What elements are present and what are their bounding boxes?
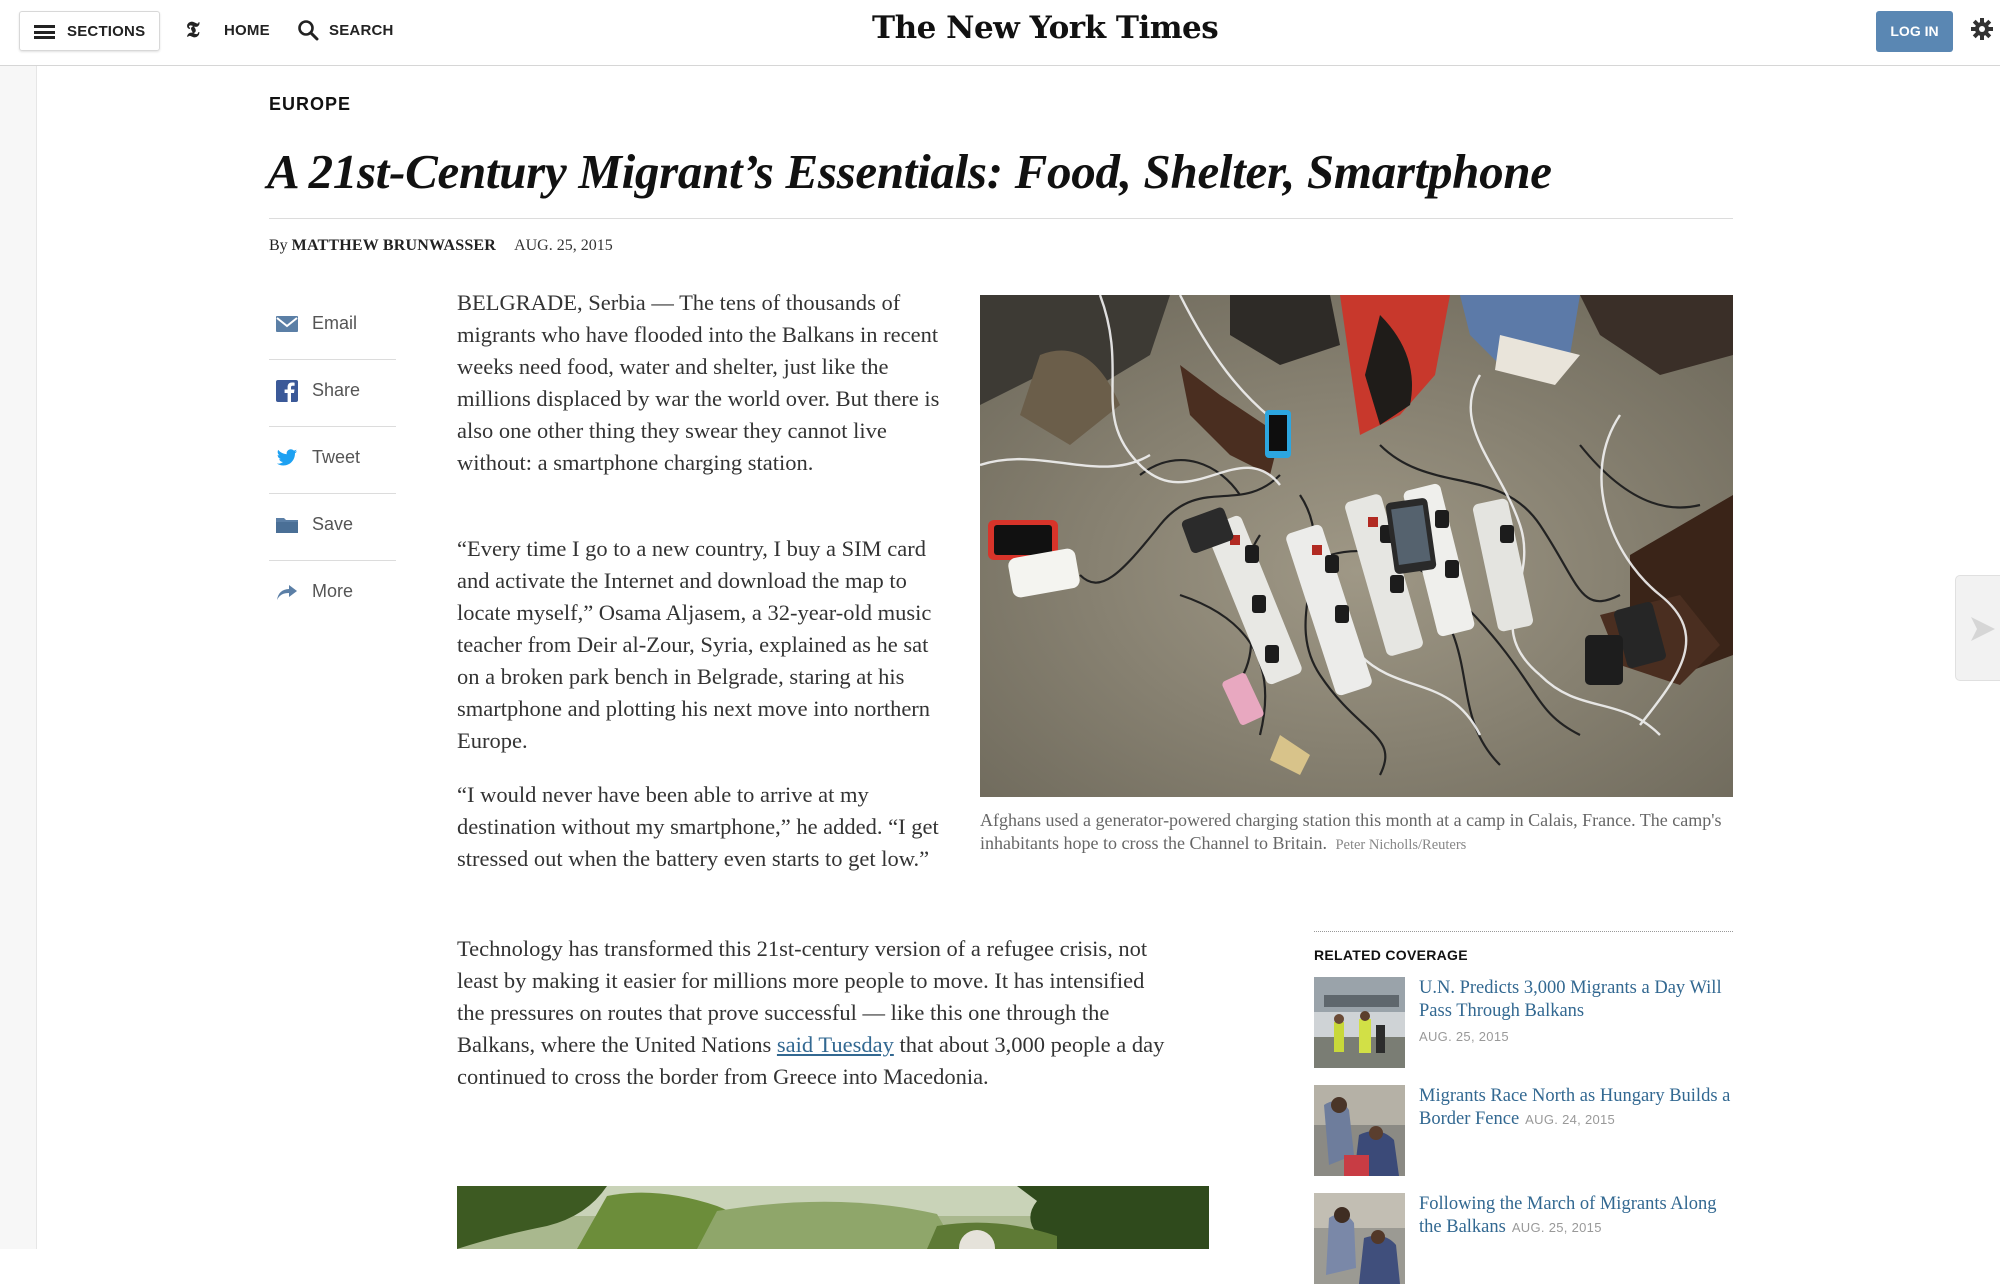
share-arrow-icon: [277, 585, 297, 600]
byline-date: AUG. 25, 2015: [514, 237, 613, 254]
share-twitter-label: Tweet: [312, 447, 361, 467]
charging-station-photo: [980, 295, 1733, 797]
home-label: HOME: [224, 22, 270, 39]
article-headline: A 21st-Century Migrant’s Essentials: Foo…: [267, 144, 1552, 199]
sections-button[interactable]: SECTIONS: [19, 11, 160, 51]
nyt-logo[interactable]: The New York Times: [872, 10, 1219, 46]
said-tuesday-link[interactable]: said Tuesday: [777, 1032, 894, 1057]
login-button[interactable]: LOG IN: [1876, 11, 1953, 52]
related-date: AUG. 25, 2015: [1419, 1029, 1509, 1044]
related-headline[interactable]: U.N. Predicts 3,000 Migrants a Day Will …: [1419, 978, 1722, 1021]
story-paragraph: Technology has transformed this 21st-cen…: [457, 933, 1175, 1093]
related-coverage-title: RELATED COVERAGE: [1314, 947, 1468, 963]
story-paragraph: “I would never have been able to arrive …: [457, 782, 939, 871]
nyt-t-icon: 𝕿: [186, 17, 200, 43]
chevron-right-icon: [1971, 617, 1995, 641]
envelope-icon: [276, 316, 298, 332]
share-tools: Email Share Tweet Save More: [269, 293, 396, 627]
share-more[interactable]: More: [269, 561, 396, 627]
gear-icon[interactable]: [1970, 17, 1994, 41]
share-twitter[interactable]: Tweet: [269, 427, 396, 494]
left-gutter: [0, 66, 37, 1249]
related-date: AUG. 25, 2015: [1511, 1220, 1602, 1235]
share-facebook-label: Share: [312, 380, 361, 400]
byline-prefix: By: [269, 237, 288, 254]
related-link[interactable]: U.N. Predicts 3,000 Migrants a Day Will …: [1419, 977, 1733, 1048]
twitter-icon: [276, 449, 298, 466]
facebook-icon: [276, 380, 298, 402]
share-more-label: More: [312, 581, 354, 601]
section-kicker[interactable]: EUROPE: [269, 94, 351, 115]
share-facebook[interactable]: Share: [269, 360, 396, 427]
share-email-label: Email: [312, 313, 358, 333]
second-photo[interactable]: [457, 1186, 1209, 1249]
related-thumbnail[interactable]: [1314, 977, 1405, 1068]
search-icon: [298, 20, 319, 41]
headline-divider: [269, 218, 1733, 219]
related-link[interactable]: Migrants Race North as Hungary Builds a …: [1419, 1085, 1733, 1131]
related-thumbnail[interactable]: [1314, 1193, 1405, 1284]
share-save[interactable]: Save: [269, 494, 396, 561]
share-save-label: Save: [312, 514, 354, 534]
lead-photo[interactable]: [980, 295, 1733, 797]
hamburger-icon: [34, 25, 55, 39]
folder-icon: [276, 518, 298, 533]
related-link[interactable]: Following the March of Migrants Along th…: [1419, 1193, 1733, 1239]
related-thumbnail[interactable]: [1314, 1085, 1405, 1176]
story-paragraph: “Every time I go to a new country, I buy…: [457, 536, 932, 753]
masthead: SECTIONS 𝕿 HOME SEARCH The New York Time…: [0, 0, 2000, 66]
related-date: AUG. 24, 2015: [1525, 1112, 1616, 1127]
landscape-photo: [457, 1186, 1209, 1249]
photo-credit: Peter Nicholls/Reuters: [1335, 837, 1467, 853]
search-label: SEARCH: [329, 22, 394, 39]
story-paragraph: BELGRADE, Serbia — The tens of thousands…: [457, 290, 940, 475]
related-coverage: RELATED COVERAGE U.N. Predicts 3,000 Mig…: [1314, 931, 1733, 1284]
sections-label: SECTIONS: [67, 23, 146, 40]
next-article-tab[interactable]: [1955, 575, 2000, 681]
share-email[interactable]: Email: [269, 293, 396, 360]
byline-author[interactable]: MATTHEW BRUNWASSER: [292, 237, 496, 254]
photo-caption: Afghans used a generator-powered chargin…: [980, 809, 1733, 857]
byline: By MATTHEW BRUNWASSER AUG. 25, 2015: [269, 237, 613, 255]
